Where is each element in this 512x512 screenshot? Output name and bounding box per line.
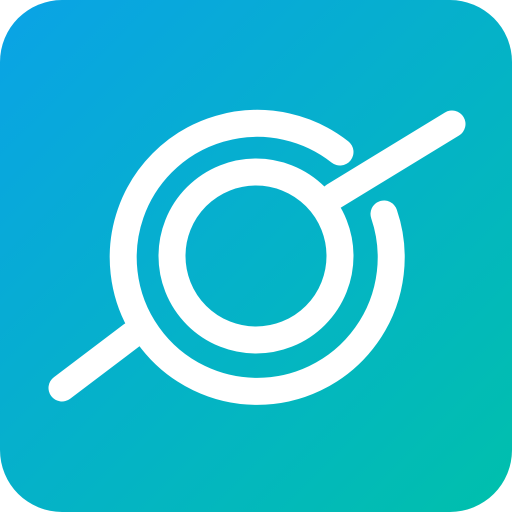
- app-icon-tile: [0, 0, 512, 512]
- icon-background: [0, 0, 512, 512]
- app-logo-icon: [0, 0, 512, 512]
